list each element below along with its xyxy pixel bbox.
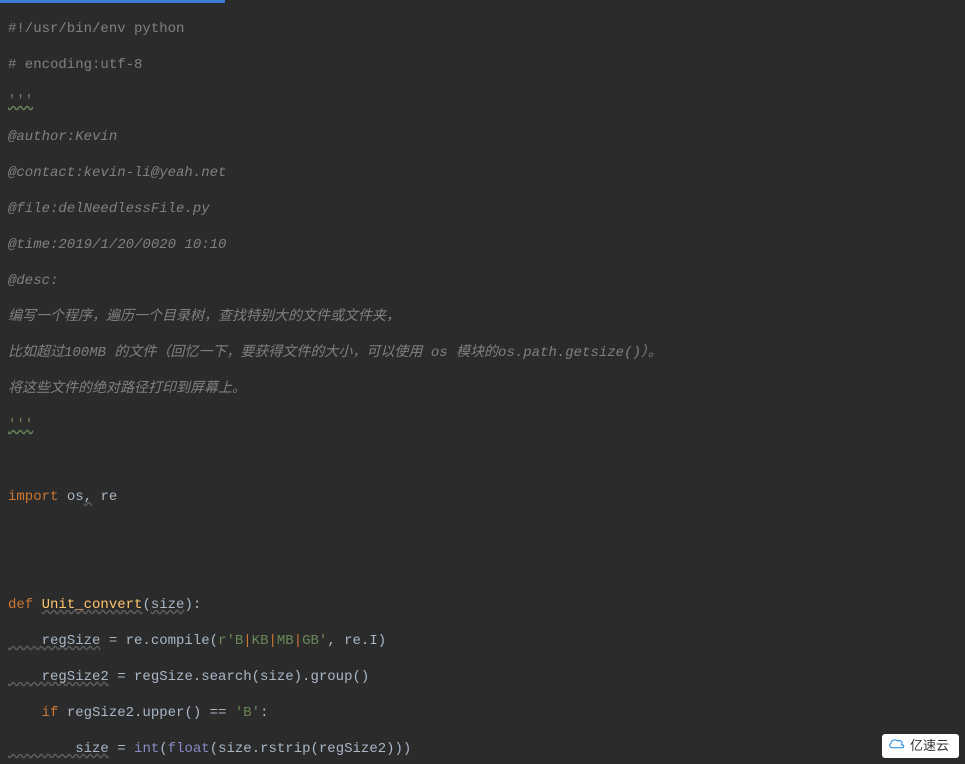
if-keyword: if [42,705,59,721]
docstring-time: @time:2019/1/20/0020 10:10 [8,237,226,253]
var-regsize2: regSize2 [8,669,109,685]
docstring-desc-2a: 比如超过 [8,345,64,361]
docstring-desc-2d: os [431,345,456,361]
docstring-desc-2f: os.path.getsize() [498,345,641,361]
paren: ( [159,741,167,757]
def-keyword: def [8,597,42,613]
regex-kb: KB [252,633,269,649]
code-text: = regSize.search(size).group() [109,669,369,685]
cloud-icon [888,737,906,751]
import-keyword: import [8,489,58,505]
watermark-text: 亿速云 [910,737,949,755]
regex-pipe: | [243,633,251,649]
regex-string: r'B [218,633,243,649]
var-size: size [8,741,109,757]
docstring-desc-1: 编写一个程序，遍历一个目录树，查找特别大的文件或文件夹， [8,309,400,325]
docstring-desc-2c: 的文件（回忆一下，要获得文件的大小，可以使用 [114,345,430,361]
int-builtin: int [134,741,159,757]
docstring-contact: @contact:kevin-li@yeah.net [8,165,226,181]
import-re: re [92,489,117,505]
docstring-desc-2e: 模块的 [456,345,498,361]
string-b: 'B' [235,705,260,721]
docstring-desc-3: 将这些文件的绝对路径打印到屏幕上。 [8,381,246,397]
code-editor[interactable]: #!/usr/bin/env python # encoding:utf-8 '… [0,0,965,764]
import-comma: , [84,489,92,505]
var-regsize: regSize [8,633,100,649]
regex-pipe: | [294,633,302,649]
code-text: regSize2.upper() == [58,705,234,721]
import-os: os [58,489,83,505]
encoding-line: # encoding:utf-8 [8,57,142,73]
docstring-desc-label: @desc: [8,273,58,289]
fn-unit-convert: Unit_convert [42,597,143,613]
shebang-line: #!/usr/bin/env python [8,21,184,37]
docstring-close: ''' [8,417,33,433]
paren-close: ): [184,597,201,613]
watermark-badge: 亿速云 [882,734,959,758]
code-text: , re.I) [327,633,386,649]
docstring-author: @author:Kevin [8,129,117,145]
float-builtin: float [168,741,210,757]
param-size: size [151,597,185,613]
code-text: = re.compile( [100,633,218,649]
docstring-desc-2b: 100MB [64,345,114,361]
docstring-file: @file:delNeedlessFile.py [8,201,210,217]
regex-mb: MB [277,633,294,649]
colon: : [260,705,268,721]
code-text: (size.rstrip(regSize2))) [210,741,412,757]
regex-pipe: | [268,633,276,649]
paren-open: ( [142,597,150,613]
regex-gb: GB [302,633,319,649]
docstring-desc-2g: ）。 [641,345,662,361]
code-text: = [109,741,134,757]
docstring-open: ''' [8,93,33,109]
